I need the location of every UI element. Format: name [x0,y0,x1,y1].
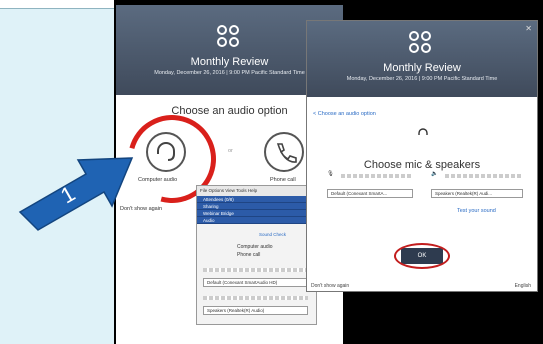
phone-call-label: Phone call [270,177,296,183]
audio-control-panel: File Options View Tools Help Attendees (… [196,185,317,325]
front-meeting-subtitle: Monday, December 26, 2016 | 9:00 PM Paci… [346,76,498,82]
sound-check-link[interactable]: Sound Check [259,232,286,237]
speaker-icon: 🔈 [431,171,438,177]
speaker-select[interactable]: Speakers (Realtek(R) Audi... [431,189,523,198]
front-headset-icon [418,128,428,135]
mic-speakers-heading: Choose mic & speakers [363,159,481,171]
front-meeting-banner: ✕ Monthly Review Monday, December 26, 20… [307,21,537,97]
mic-speakers-window: ✕ Monthly Review Monday, December 26, 20… [306,20,538,292]
panel-row-attendees[interactable]: Attendees (0/8) [197,196,316,203]
mic-level-meter [341,174,411,178]
phone-call-button[interactable] [264,132,304,172]
panel-row-sharing[interactable]: Sharing [197,203,316,210]
back-link[interactable]: < Choose an audio option [313,111,376,117]
panel-speaker-meter [203,296,308,300]
panel-speaker-select[interactable]: Speakers (Realtek(R) Audio) [203,306,308,315]
speaker-level-meter [445,174,521,178]
phone-icon [276,143,297,163]
or-label: or [228,148,233,154]
panel-row-audio[interactable]: Audio [197,217,316,224]
test-sound-link[interactable]: Test your sound [457,208,496,214]
mic-select[interactable]: Default (Conexant SmartA... [327,189,413,198]
front-dont-show[interactable]: Don't show again [311,283,349,289]
panel-toolbar[interactable]: File Options View Tools Help [197,186,316,196]
mic-icon: 🎙 [327,171,334,177]
ok-highlight [394,243,450,269]
panel-mic-meter [203,268,308,272]
front-app-logo-icon [409,31,435,57]
front-meeting-title: Monthly Review [383,62,461,74]
panel-computer-audio-radio[interactable]: Computer audio [237,244,273,250]
panel-mic-select[interactable]: Default (Conexant SmartAudio HD) [203,278,308,287]
close-icon[interactable]: ✕ [525,24,532,33]
panel-row-webinar[interactable]: Webinar Bridge [197,210,316,217]
panel-phone-call-radio[interactable]: Phone call [237,252,260,258]
language-select[interactable]: English [515,283,531,289]
app-logo-icon [216,25,243,51]
